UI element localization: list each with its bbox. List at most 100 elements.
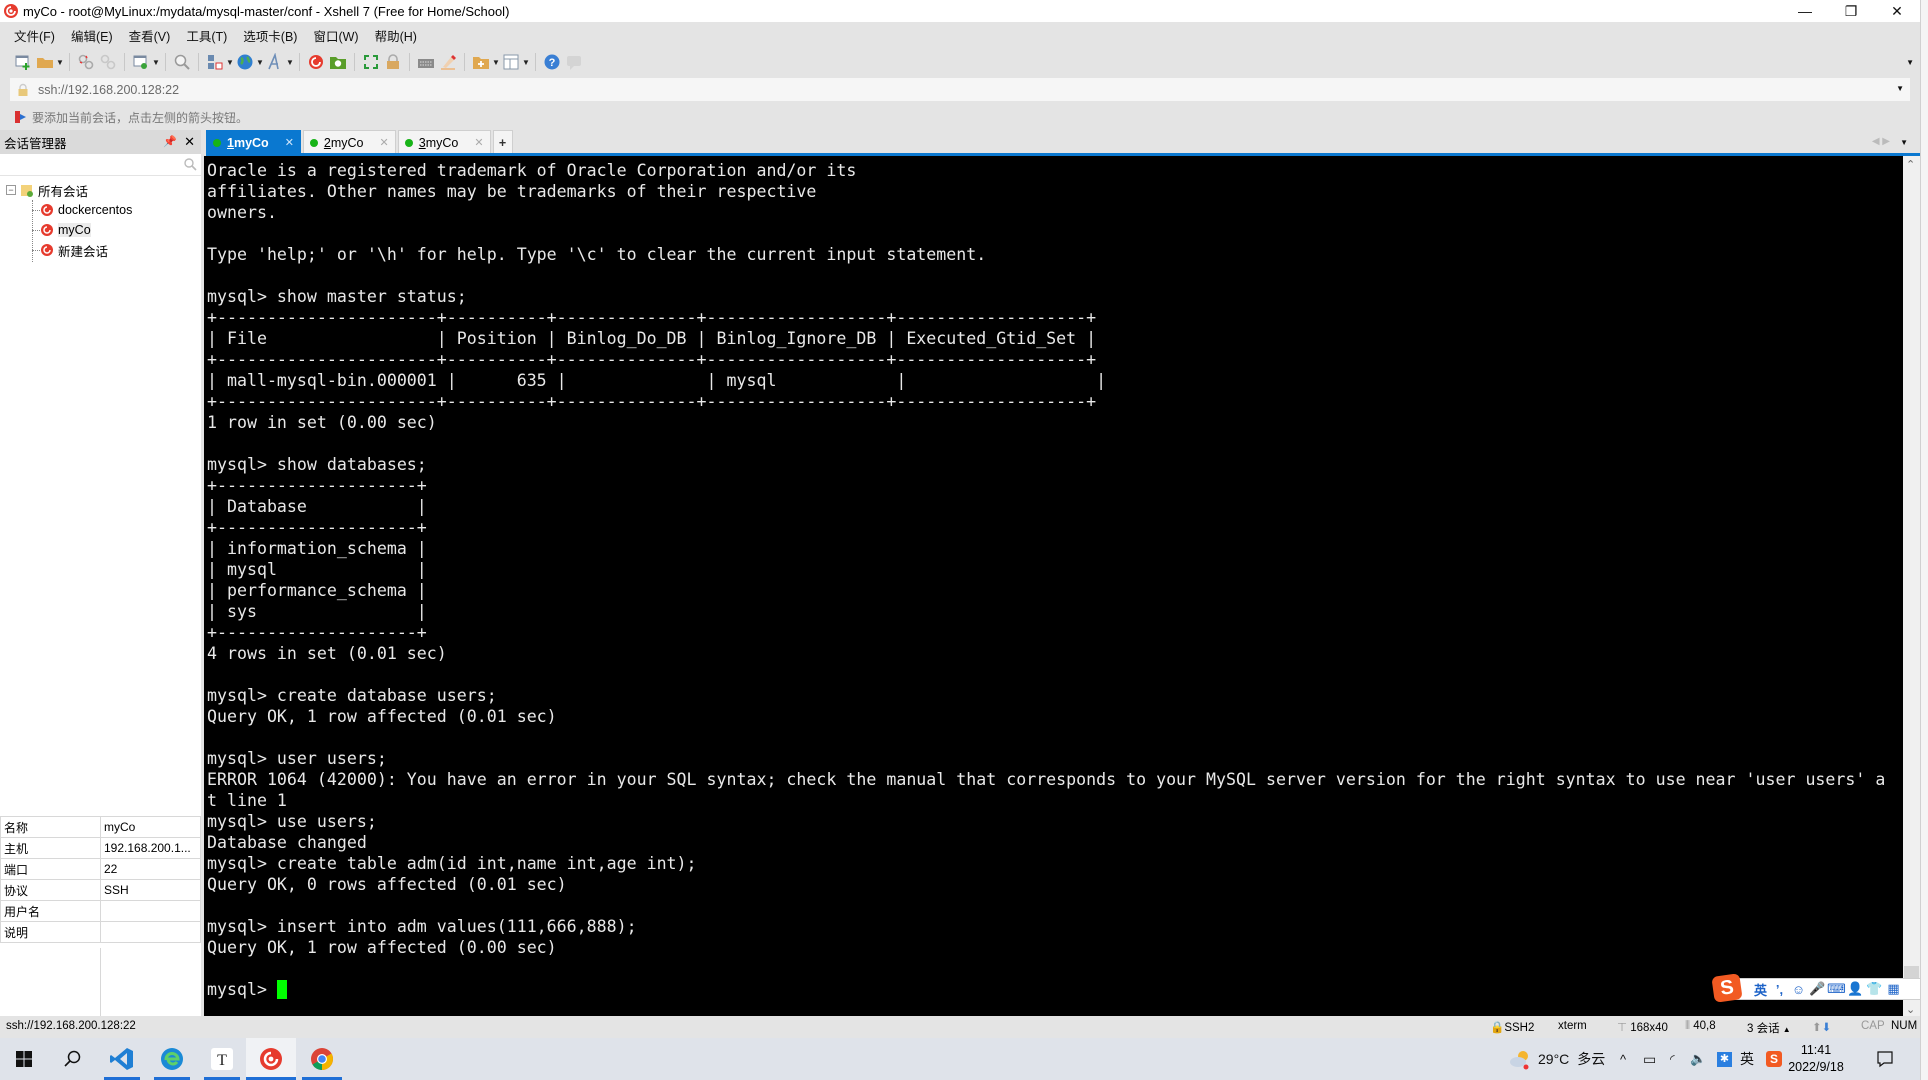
menu-edit[interactable]: 编辑(E) bbox=[71, 26, 113, 45]
property-value: 22 bbox=[100, 858, 201, 880]
close-panel-button[interactable]: ✕ bbox=[184, 134, 195, 150]
menu-view[interactable]: 查看(V) bbox=[129, 26, 171, 45]
address-dropdown-icon[interactable]: ▼ bbox=[1896, 84, 1904, 93]
new-session-button[interactable] bbox=[12, 51, 34, 73]
toolbar-overflow-icon[interactable]: ▼ bbox=[1906, 58, 1914, 67]
ime-skin-icon[interactable]: 👕 bbox=[1865, 981, 1884, 997]
ime-emoji-icon[interactable]: ☺ bbox=[1789, 982, 1808, 997]
menu-window[interactable]: 窗口(W) bbox=[313, 26, 358, 45]
terminal[interactable]: Oracle is a registered trademark of Orac… bbox=[204, 156, 1903, 1016]
highlight-icon bbox=[441, 55, 456, 70]
ime-toolbox-icon[interactable]: ▦ bbox=[1884, 981, 1903, 997]
xftp-button[interactable] bbox=[327, 51, 349, 73]
xshell-button[interactable] bbox=[305, 51, 327, 73]
volume-icon[interactable]: 🔈 bbox=[1690, 1038, 1706, 1080]
status-cursor-position: ⦀ 40,8 bbox=[1685, 1020, 1716, 1032]
lock-button[interactable] bbox=[382, 51, 404, 73]
wifi-icon[interactable]: ◜ bbox=[1670, 1038, 1675, 1080]
address-input[interactable]: ssh://192.168.200.128:22 bbox=[38, 83, 179, 97]
tab-1-myco[interactable]: 1 myCo ✕ bbox=[206, 130, 301, 154]
tray-ime-language[interactable]: 英 bbox=[1740, 1038, 1754, 1080]
tab-group-dropdown[interactable]: ▼ bbox=[492, 58, 500, 67]
menu-file[interactable]: 文件(F) bbox=[14, 26, 55, 45]
terminal-scrollbar[interactable]: ⌃ ⌄ bbox=[1903, 156, 1920, 1016]
terminal-output: Oracle is a registered trademark of Orac… bbox=[207, 161, 1886, 999]
ime-punctuation-icon[interactable]: ’, bbox=[1770, 982, 1789, 997]
tree-root-all-sessions[interactable]: − 所有会话 bbox=[0, 180, 201, 200]
layout-button[interactable] bbox=[500, 51, 522, 73]
tab-close-icon[interactable]: ✕ bbox=[380, 136, 389, 149]
open-dropdown[interactable]: ▼ bbox=[56, 58, 64, 67]
transfer-button[interactable] bbox=[204, 51, 226, 73]
ime-user-icon[interactable]: 👤 bbox=[1846, 981, 1865, 997]
property-row: 说明 bbox=[0, 921, 201, 943]
chat-button[interactable] bbox=[563, 51, 585, 73]
reconnect-button[interactable] bbox=[97, 51, 119, 73]
menu-help[interactable]: 帮助(H) bbox=[375, 26, 417, 45]
notification-center-button[interactable] bbox=[1876, 1038, 1894, 1080]
layout-dropdown[interactable]: ▼ bbox=[522, 58, 530, 67]
maximize-button[interactable]: ❐ bbox=[1828, 0, 1874, 22]
add-session-arrow-icon[interactable] bbox=[14, 110, 28, 124]
tab-2-myco[interactable]: 2 myCo ✕ bbox=[302, 130, 396, 154]
tab-scroll-arrows[interactable]: ◀ ▶ bbox=[1872, 136, 1890, 147]
new-tab-button[interactable]: + bbox=[492, 130, 513, 154]
status-sessions[interactable]: 3 会话 ▲ bbox=[1747, 1020, 1791, 1036]
chrome-icon bbox=[311, 1048, 333, 1070]
globe-dropdown[interactable]: ▼ bbox=[256, 58, 264, 67]
address-bar[interactable]: ssh://192.168.200.128:22 ▼ bbox=[10, 78, 1910, 101]
session-properties-button[interactable] bbox=[130, 51, 152, 73]
font-dropdown[interactable]: ▼ bbox=[286, 58, 294, 67]
keyboard-icon bbox=[418, 59, 434, 68]
edge-icon bbox=[161, 1048, 183, 1070]
scroll-up-icon[interactable]: ⌃ bbox=[1906, 158, 1915, 171]
sogou-logo-icon[interactable]: S bbox=[1711, 973, 1743, 1003]
ime-keyboard-icon[interactable]: ⌨ bbox=[1827, 981, 1846, 997]
close-button[interactable]: ✕ bbox=[1874, 0, 1920, 22]
collapse-icon[interactable]: − bbox=[6, 185, 16, 195]
tab-3-myco[interactable]: 3 myCo ✕ bbox=[397, 130, 491, 154]
session-item-dockercentos[interactable]: dockercentos bbox=[0, 200, 201, 220]
menu-tabs[interactable]: 选项卡(B) bbox=[243, 26, 297, 45]
properties-dropdown[interactable]: ▼ bbox=[152, 58, 160, 67]
scroll-down-icon[interactable]: ⌄ bbox=[1906, 1003, 1915, 1016]
taskbar-typora[interactable]: T bbox=[198, 1038, 246, 1080]
tab-close-icon[interactable]: ✕ bbox=[474, 136, 483, 149]
taskbar-search-button[interactable] bbox=[48, 1038, 96, 1080]
session-item-new-session[interactable]: 新建会话 bbox=[0, 240, 201, 260]
help-button[interactable]: ? bbox=[541, 51, 563, 73]
transfer-dropdown[interactable]: ▼ bbox=[226, 58, 234, 67]
tab-close-icon[interactable]: ✕ bbox=[285, 136, 294, 149]
globe-button[interactable] bbox=[234, 51, 256, 73]
font-button[interactable] bbox=[264, 51, 286, 73]
start-button[interactable] bbox=[0, 1038, 48, 1080]
minimize-button[interactable]: — bbox=[1782, 0, 1828, 22]
session-item-myco[interactable]: myCo bbox=[0, 220, 201, 240]
fullscreen-button[interactable] bbox=[360, 51, 382, 73]
weather-widget[interactable]: 29°C 多云 bbox=[1508, 1038, 1605, 1080]
keyboard-button[interactable] bbox=[415, 51, 437, 73]
typora-icon: T bbox=[211, 1048, 233, 1070]
taskbar-xshell[interactable] bbox=[246, 1038, 296, 1080]
ime-voice-icon[interactable]: 🎤 bbox=[1808, 981, 1827, 997]
battery-icon[interactable]: ▭ bbox=[1643, 1038, 1656, 1080]
disconnect-button[interactable] bbox=[75, 51, 97, 73]
open-button[interactable] bbox=[34, 51, 56, 73]
tray-app-icon[interactable]: ✱ bbox=[1717, 1038, 1732, 1080]
taskbar-clock[interactable]: 11:41 2022/9/18 bbox=[1776, 1042, 1856, 1076]
tab-list-dropdown-icon[interactable]: ▼ bbox=[1900, 138, 1908, 147]
help-icon: ? bbox=[544, 54, 560, 70]
ime-language-toggle[interactable]: 英 bbox=[1751, 980, 1770, 999]
svg-text:?: ? bbox=[549, 57, 556, 69]
find-button[interactable] bbox=[171, 51, 193, 73]
taskbar-edge[interactable] bbox=[148, 1038, 196, 1080]
tray-overflow-button[interactable]: ^ bbox=[1620, 1038, 1626, 1080]
taskbar-vscode[interactable] bbox=[98, 1038, 146, 1080]
session-label: 新建会话 bbox=[58, 244, 109, 259]
menu-tools[interactable]: 工具(T) bbox=[186, 26, 227, 45]
pin-icon[interactable]: 📌 bbox=[163, 135, 177, 148]
taskbar-chrome[interactable] bbox=[298, 1038, 346, 1080]
highlight-button[interactable] bbox=[437, 51, 459, 73]
session-search-input[interactable] bbox=[0, 154, 201, 176]
new-tab-group-button[interactable] bbox=[470, 51, 492, 73]
